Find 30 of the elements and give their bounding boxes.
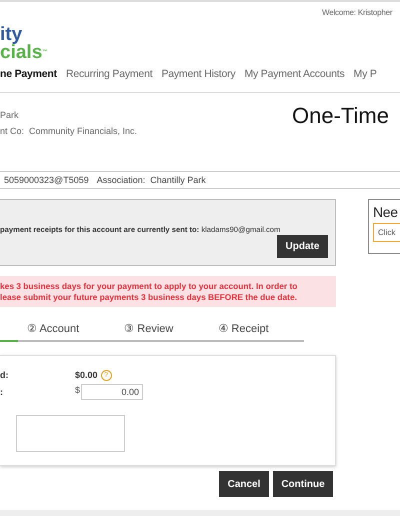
memo-field[interactable] [16,415,125,452]
amount-due: $0.00 [75,370,98,380]
continue-button[interactable]: Continue [273,471,333,497]
update-button[interactable]: Update [277,235,328,258]
step-tab[interactable]: ④ Receipt [218,322,269,340]
welcome-text: Welcome: Kristopher [322,7,392,17]
notice-text: lease submit your future payments 3 business days BEFORE the due date. [0,292,298,302]
step-tab[interactable]: ③ Review [124,322,174,340]
nav-tab[interactable]: My Payment Accounts [244,68,345,92]
account-number: 5059000323@T5059 [4,175,89,185]
logo-text: ity [0,26,22,43]
help-title: Nee [373,204,398,220]
amount-field[interactable]: 0.00 [81,384,144,400]
management-value: Community Financials, Inc. [29,126,138,136]
cancel-button[interactable]: Cancel [219,471,269,497]
help-link[interactable]: Click [373,223,400,242]
currency-symbol: $ [75,385,80,395]
nav-tab[interactable]: Payment History [161,68,236,92]
field-label: : [0,387,4,397]
association-name: Park [0,110,20,120]
association-label: Association: [96,175,146,185]
nav-tab[interactable]: My P [354,68,377,92]
management-label: nt Co: [0,126,24,136]
nav-tab[interactable]: Recurring Payment [66,68,152,92]
page-title: One-Time [292,103,390,130]
field-label: d: [0,370,10,380]
notice-text: kes 3 business days for your payment to apply to your account. In order to [0,281,298,291]
nav-tab[interactable]: ne Payment [0,68,57,92]
step-tab[interactable]: ② Account [27,322,80,340]
association-value: Chantilly Park [150,175,206,185]
